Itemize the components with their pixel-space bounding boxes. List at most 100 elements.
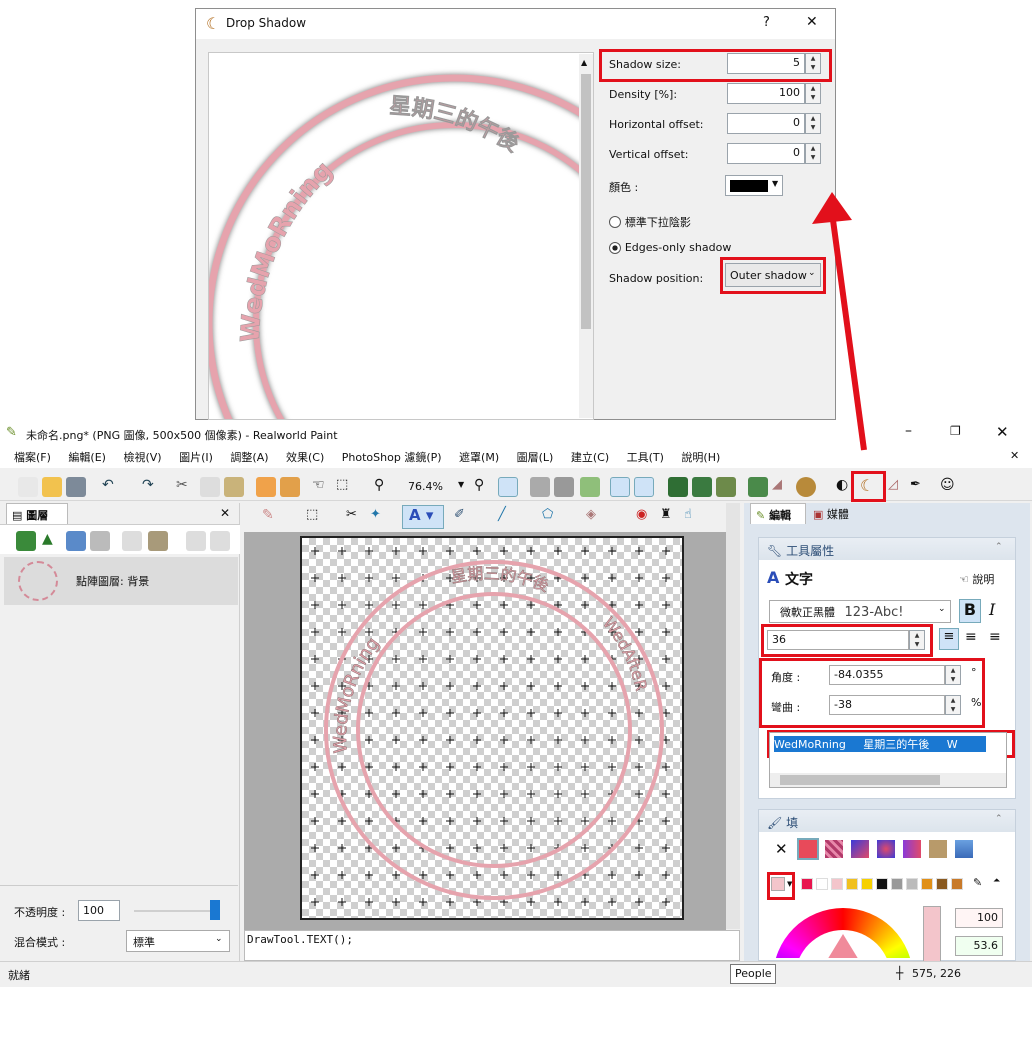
- layer-row[interactable]: 點陣圖層: 背景: [4, 557, 238, 605]
- density-input[interactable]: 100: [727, 83, 805, 104]
- menu-tools[interactable]: 工具(T): [627, 451, 664, 464]
- triangle-icon[interactable]: ◢: [772, 477, 792, 497]
- tab-media[interactable]: ▣ 媒體: [808, 503, 864, 524]
- layer-delete-icon[interactable]: [90, 531, 110, 551]
- book-icon[interactable]: [580, 477, 600, 497]
- paintbrush-icon[interactable]: ✐: [454, 507, 474, 527]
- palette-swatch[interactable]: [846, 878, 858, 890]
- shadow-size-spinner[interactable]: ▲ ▼: [805, 53, 821, 74]
- menu-edit[interactable]: 編輯(E): [68, 451, 106, 464]
- new-icon[interactable]: [18, 477, 38, 497]
- shadow-size-input[interactable]: 5: [727, 53, 805, 74]
- layers-icon[interactable]: [256, 477, 276, 497]
- brush-icon[interactable]: ✎: [262, 507, 282, 527]
- drop-shadow-icon[interactable]: ☾: [860, 476, 880, 496]
- menu-create[interactable]: 建立(C): [571, 451, 609, 464]
- target-icon[interactable]: ◉: [636, 507, 656, 527]
- fill-header[interactable]: 🖌︎ 填 ⌃: [759, 810, 1015, 832]
- no-fill-icon[interactable]: ✕: [775, 840, 788, 858]
- zoom-in-icon[interactable]: ⚲: [474, 477, 494, 497]
- blend-icon[interactable]: [796, 477, 816, 497]
- palette-swatch[interactable]: [876, 878, 888, 890]
- angle-spinner[interactable]: ▲ ▼: [945, 665, 961, 685]
- radio-standard[interactable]: 標準下拉陰影: [609, 214, 691, 230]
- menu-help[interactable]: 說明(H): [681, 451, 720, 464]
- hand-icon[interactable]: ☜: [312, 477, 332, 497]
- zoom-level[interactable]: 76.4%: [408, 480, 443, 493]
- bend-input[interactable]: -38: [829, 695, 945, 715]
- collapse-icon[interactable]: ⌃: [995, 542, 1003, 552]
- horizontal-offset-input[interactable]: 0: [727, 113, 805, 134]
- opacity-input[interactable]: 100: [78, 900, 120, 921]
- menu-adjust[interactable]: 調整(A): [230, 451, 268, 464]
- fill-value-2[interactable]: 53.6: [955, 936, 1003, 956]
- palette-swatch[interactable]: [951, 878, 963, 890]
- alpha-slider[interactable]: [923, 906, 941, 962]
- copy-layer-icon[interactable]: [210, 531, 230, 551]
- bold-button[interactable]: B: [959, 599, 981, 623]
- chevron-down-icon[interactable]: ▼: [458, 480, 464, 489]
- finger-icon[interactable]: ☝: [684, 507, 704, 527]
- horizontal-offset-spinner[interactable]: ▲ ▼: [805, 113, 821, 134]
- gradient-fill-button[interactable]: [851, 840, 869, 858]
- collapse-icon[interactable]: ⌃: [995, 814, 1003, 824]
- font-select[interactable]: 微軟正黑體 123-Abc! ⌄: [769, 600, 951, 623]
- close-icon[interactable]: ✕: [806, 14, 818, 30]
- chevron-down-icon[interactable]: ▼: [787, 880, 792, 888]
- polygon-icon[interactable]: ⬠: [542, 507, 562, 527]
- fx-icon[interactable]: [148, 531, 168, 551]
- color-picker-button[interactable]: ▼: [725, 175, 783, 196]
- pen-icon[interactable]: ✒: [910, 477, 930, 497]
- fill-value-1[interactable]: 100: [955, 908, 1003, 928]
- vertical-offset-input[interactable]: 0: [727, 143, 805, 164]
- help-button[interactable]: ?: [763, 15, 770, 30]
- align-right-icon[interactable]: ≡: [989, 629, 1001, 645]
- menu-layers[interactable]: 圖層(L): [517, 451, 554, 464]
- tool-properties-header[interactable]: 🔧︎ 工具屬性 ⌃: [759, 538, 1015, 560]
- scissors-icon[interactable]: ✂: [346, 507, 366, 527]
- save-icon[interactable]: [66, 477, 86, 497]
- selection-icon[interactable]: ⬚: [306, 507, 326, 527]
- scroll-thumb[interactable]: [581, 74, 591, 329]
- conic-fill-button[interactable]: [903, 840, 921, 858]
- menu-file[interactable]: 檔案(F): [14, 451, 51, 464]
- close-document-icon[interactable]: ✕: [1010, 449, 1019, 462]
- palette-swatch[interactable]: [831, 878, 843, 890]
- script-console[interactable]: DrawTool.TEXT();: [244, 930, 740, 961]
- restore-button[interactable]: ❐: [950, 424, 961, 438]
- cut-icon[interactable]: ✂: [176, 477, 196, 497]
- image-fill-button[interactable]: [955, 840, 973, 858]
- palette-swatch[interactable]: [861, 878, 873, 890]
- text-content-input[interactable]: WedMoRning 星期三的午後 W: [769, 732, 1007, 788]
- help-link[interactable]: ☜ 說明: [959, 571, 994, 587]
- solid-fill-button[interactable]: [797, 838, 819, 860]
- new-layer-icon[interactable]: [16, 531, 36, 551]
- angle-input[interactable]: -84.0355: [829, 665, 945, 685]
- eraser-icon[interactable]: [530, 477, 550, 497]
- filter-icon[interactable]: [716, 477, 736, 497]
- preview-scrollbar[interactable]: ▲: [579, 54, 593, 418]
- palette-swatch[interactable]: [816, 878, 828, 890]
- ruler-icon[interactable]: ◿: [888, 477, 908, 497]
- fill-bucket-icon[interactable]: ◈: [586, 507, 606, 527]
- align-left-icon[interactable]: ≡: [939, 628, 959, 650]
- align-center-icon[interactable]: ≡: [965, 629, 977, 645]
- font-size-spinner[interactable]: ▲ ▼: [909, 630, 925, 650]
- wand-icon[interactable]: ✦: [370, 507, 390, 527]
- text-hscroll[interactable]: [770, 773, 1006, 787]
- select-icon[interactable]: ⬚: [336, 477, 356, 497]
- text-tool-button[interactable]: A ▾: [402, 505, 444, 529]
- tiles-icon[interactable]: [692, 477, 712, 497]
- palette-swatch[interactable]: [936, 878, 948, 890]
- radial-fill-button[interactable]: [877, 840, 895, 858]
- close-window-button[interactable]: ✕: [996, 423, 1009, 441]
- palette-swatch[interactable]: [906, 878, 918, 890]
- blend-mode-select[interactable]: 標準 ⌄: [126, 930, 230, 952]
- font-size-input[interactable]: 36: [767, 630, 909, 650]
- texture-fill-button[interactable]: [929, 840, 947, 858]
- stamp-tool-icon[interactable]: ♜: [660, 507, 680, 527]
- people-icon[interactable]: ☺: [940, 477, 960, 497]
- layer-add-icon[interactable]: [66, 531, 86, 551]
- density-spinner[interactable]: ▲ ▼: [805, 83, 821, 104]
- opacity-slider-handle[interactable]: [210, 900, 220, 920]
